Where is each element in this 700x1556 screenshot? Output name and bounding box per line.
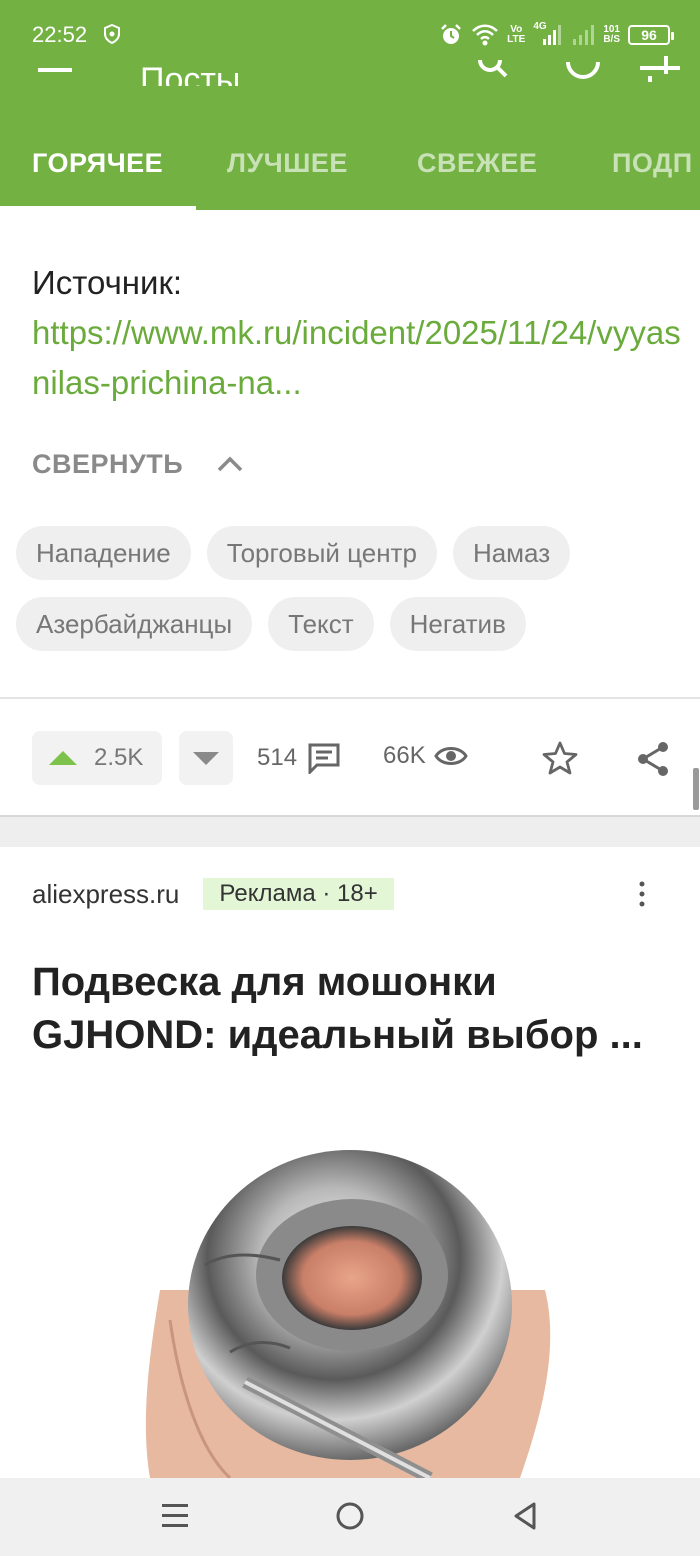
- battery-level: 96: [641, 27, 657, 43]
- ad-title[interactable]: Подвеска для мошонки GJHOND: идеальный в…: [32, 956, 672, 1062]
- tag-list: Нападение Торговый центр Намаз Азербайдж…: [16, 526, 696, 668]
- comments-button[interactable]: 514: [257, 742, 341, 774]
- signal-1: 4G: [533, 21, 563, 47]
- comment-icon: [308, 743, 340, 774]
- rating-value: 2.5K: [94, 744, 144, 771]
- post-source: Источник: https://www.mk.ru/incident/202…: [32, 258, 682, 408]
- system-nav-bar: [0, 1478, 700, 1556]
- more-options-icon[interactable]: [636, 880, 648, 908]
- ad-source[interactable]: aliexpress.ru: [32, 879, 179, 910]
- net-speed: 101 B/S: [603, 25, 620, 45]
- views-counter: 66K: [383, 742, 468, 770]
- ad-image[interactable]: [0, 1090, 700, 1478]
- tag-row: Нападение Торговый центр Намаз: [16, 526, 696, 580]
- page-title: Посты: [140, 61, 241, 86]
- collapse-button[interactable]: СВЕРНУТЬ: [32, 446, 243, 482]
- product-image: [145, 1150, 551, 1478]
- alarm-icon: [441, 24, 462, 44]
- tab-indicator: [0, 206, 196, 210]
- back-icon[interactable]: [510, 1500, 538, 1532]
- recent-apps-icon[interactable]: [160, 1500, 190, 1532]
- star-icon[interactable]: [542, 741, 578, 775]
- arrow-down-icon: [193, 752, 219, 765]
- arrow-up-icon: [49, 751, 77, 765]
- downvote-button[interactable]: [179, 731, 233, 785]
- tag-chip[interactable]: Текст: [268, 597, 374, 651]
- search-icon[interactable]: [474, 52, 510, 80]
- tab-best[interactable]: ЛУЧШЕЕ: [227, 148, 348, 179]
- tag-chip[interactable]: Нападение: [16, 526, 191, 580]
- status-icons: Vo LTE 4G 101 B/S 96: [439, 20, 674, 50]
- source-label: Источник:: [32, 264, 183, 301]
- comments-count: 514: [257, 744, 298, 771]
- filter-icon[interactable]: [640, 52, 680, 82]
- tag-chip[interactable]: Азербайджанцы: [16, 597, 253, 651]
- wifi-icon: [472, 24, 499, 46]
- signal-icon: [543, 25, 562, 45]
- collapse-label: СВЕРНУТЬ: [32, 448, 184, 479]
- home-icon[interactable]: [334, 1500, 366, 1532]
- tag-chip[interactable]: Торговый центр: [206, 526, 437, 580]
- scrollbar-thumb[interactable]: [693, 768, 699, 810]
- share-icon[interactable]: [636, 741, 670, 777]
- menu-icon[interactable]: [38, 52, 72, 76]
- tab-fresh[interactable]: СВЕЖЕЕ: [417, 148, 537, 179]
- volte-indicator: Vo LTE: [507, 25, 525, 45]
- post-actions: 2.5K 514 66K: [0, 699, 700, 817]
- ad-header: aliexpress.ru Реклама · 18+: [32, 874, 672, 914]
- signal-2-icon: [573, 25, 595, 45]
- source-link[interactable]: https://www.mk.ru/incident/2025/11/24/vy…: [32, 308, 682, 408]
- feed-gap: [0, 817, 700, 847]
- eye-icon: [433, 747, 468, 765]
- battery-icon: 96: [628, 25, 674, 45]
- shield-icon: [104, 24, 120, 44]
- tag-row: Азербайджанцы Текст Негатив: [16, 597, 696, 651]
- upvote-button[interactable]: 2.5K: [32, 731, 162, 785]
- app-bar: 22:52 Vo LTE 4G 101 B/S 96 Посты ГОРЯЧЕЕ…: [0, 0, 700, 210]
- tag-chip[interactable]: Негатив: [389, 597, 526, 651]
- ad-badge: Реклама · 18+: [203, 878, 394, 910]
- feed-tabs: ГОРЯЧЕЕ ЛУЧШЕЕ СВЕЖЕЕ ПОДП: [0, 130, 700, 210]
- screen: 22:52 Vo LTE 4G 101 B/S 96 Посты ГОРЯЧЕЕ…: [0, 0, 700, 1556]
- chevron-up-icon: [217, 456, 243, 472]
- views-count: 66K: [383, 742, 426, 769]
- volte-bottom: LTE: [507, 34, 526, 45]
- tag-chip[interactable]: Намаз: [452, 526, 571, 580]
- net-speed-unit: B/S: [603, 34, 620, 45]
- status-time: 22:52: [32, 22, 88, 47]
- refresh-icon[interactable]: [566, 52, 600, 80]
- tab-subscriptions[interactable]: ПОДП: [612, 148, 693, 179]
- tab-hot[interactable]: ГОРЯЧЕЕ: [32, 148, 163, 179]
